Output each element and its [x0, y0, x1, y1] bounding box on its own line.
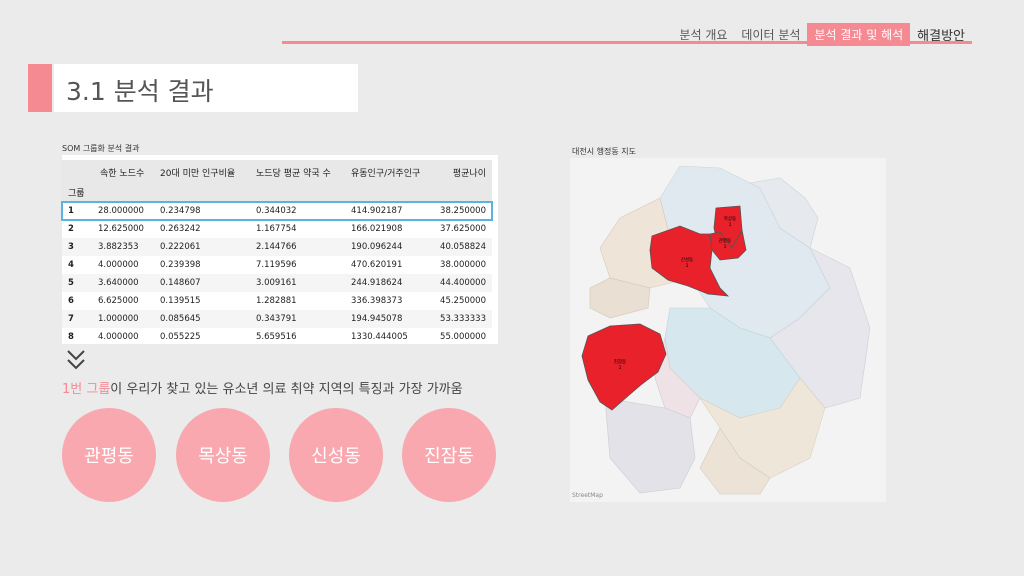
row-index: 1	[68, 206, 74, 216]
dong-circle: 진잠동	[402, 408, 496, 502]
table-cell: 53.333333	[440, 314, 486, 324]
table-cell: 38.250000	[440, 206, 486, 216]
daejeon-map: 목상동 1 관평동 1 신성동 1 진잠동 1	[581, 165, 871, 495]
row-index: 2	[68, 224, 74, 234]
table-row: 7 1.000000 0.085645 0.343791 194.945078 53.33…	[62, 310, 492, 328]
table-cell: 3.882353	[98, 242, 139, 252]
map-attribution: StreetMap	[572, 492, 603, 499]
title-accent-bar	[28, 64, 52, 112]
row-index: 6	[68, 296, 74, 306]
table-row: 8 4.000000 0.055225 5.659516 1330.444005 55.0…	[62, 328, 492, 346]
column-header: 속한 노드수	[100, 169, 145, 179]
table-cell: 1.000000	[98, 314, 139, 324]
row-index: 3	[68, 242, 74, 252]
table-cell: 37.625000	[440, 224, 486, 234]
table-cell: 1.167754	[256, 224, 297, 234]
finding-text: 1번 그룹이 우리가 찾고 있는 유소년 의료 취약 지역의 특징과 가장 가까…	[62, 378, 463, 397]
column-header: 20대 미만 인구비율	[160, 169, 236, 179]
table-cell: 40.058824	[440, 242, 486, 252]
table-cell: 0.148607	[160, 278, 201, 288]
table-cell: 3.009161	[256, 278, 297, 288]
table-cell: 5.659516	[256, 332, 297, 342]
column-header: 평균나이	[452, 169, 486, 179]
table-cell: 28.000000	[98, 206, 144, 216]
table-cell: 0.344032	[256, 206, 297, 216]
table-cell: 0.139515	[160, 296, 201, 306]
table-cell: 336.398373	[351, 296, 403, 306]
table-cell: 0.085645	[160, 314, 201, 324]
map-label-gwanpyeong: 관평동	[719, 237, 731, 244]
column-header: 노드당 평균 약국 수	[256, 169, 331, 179]
table-cell: 0.222061	[160, 242, 201, 252]
table-cell: 2.144766	[256, 242, 297, 252]
table-header: 속한 노드수 20대 미만 인구비율 노드당 평균 약국 수 유동인구/거주인구…	[62, 160, 492, 202]
table-cell: 194.945078	[351, 314, 403, 324]
row-index: 8	[68, 332, 74, 342]
map-value-sinseong: 1	[686, 263, 689, 269]
table-caption: SOM 그룹화 분석 결과	[62, 144, 140, 153]
table-cell: 244.918624	[351, 278, 403, 288]
som-result-table: 속한 노드수 20대 미만 인구비율 노드당 평균 약국 수 유동인구/거주인구…	[61, 160, 493, 346]
table-cell: 0.239398	[160, 260, 201, 270]
row-index: 7	[68, 314, 74, 324]
table-cell: 7.119596	[256, 260, 297, 270]
dong-circle: 목상동	[176, 408, 270, 502]
map-caption: 대전시 행정동 지도	[572, 147, 636, 156]
table-cell: 12.625000	[98, 224, 144, 234]
table-cell: 4.000000	[98, 260, 139, 270]
table-cell: 44.400000	[440, 278, 486, 288]
map-region-jinjam	[581, 323, 667, 411]
table-cell: 414.902187	[351, 206, 403, 216]
table-cell: 4.000000	[98, 332, 139, 342]
row-index: 5	[68, 278, 74, 288]
map-value-jinjam: 1	[619, 365, 622, 371]
map-label-moksang: 목상동	[724, 215, 736, 222]
finding-rest: 이 우리가 찾고 있는 유소년 의료 취약 지역의 특징과 가장 가까움	[110, 382, 463, 397]
table-row: 5 3.640000 0.148607 3.009161 244.918624 44.40…	[62, 274, 492, 292]
map-value-moksang: 1	[729, 222, 732, 228]
index-header: 그룹	[68, 189, 85, 199]
finding-highlight: 1번 그룹	[62, 382, 111, 397]
table-row: 3 3.882353 0.222061 2.144766 190.096244 40.05…	[62, 238, 492, 256]
table-cell: 1.282881	[256, 296, 297, 306]
table-row: 4 4.000000 0.239398 7.119596 470.620191 38.00…	[62, 256, 492, 274]
dong-circle: 신성동	[289, 408, 383, 502]
double-chevron-down-icon	[67, 350, 85, 370]
table-cell: 1330.444005	[351, 332, 408, 342]
table-row: 2 12.625000 0.263242 1.167754 166.021908 37.6…	[62, 220, 492, 238]
dong-circle: 관평동	[62, 408, 156, 502]
table-cell: 190.096244	[351, 242, 403, 252]
table-cell: 166.021908	[351, 224, 403, 234]
nav-underline	[282, 41, 972, 44]
table-cell: 0.234798	[160, 206, 201, 216]
table-cell: 3.640000	[98, 278, 139, 288]
table-cell: 470.620191	[351, 260, 403, 270]
map-label-jinjam: 진잠동	[614, 358, 626, 365]
row-index: 4	[68, 260, 74, 270]
map-value-gwanpyeong: 1	[724, 244, 727, 250]
table-row: 6 6.625000 0.139515 1.282881 336.398373 45.25…	[62, 292, 492, 310]
map-label-sinseong: 신성동	[681, 256, 693, 263]
table-row: 1 28.000000 0.234798 0.344032 414.902187 38.2…	[61, 201, 493, 221]
table-cell: 45.250000	[440, 296, 486, 306]
table-cell: 0.263242	[160, 224, 201, 234]
table-cell: 0.055225	[160, 332, 201, 342]
column-header: 유동인구/거주인구	[351, 169, 421, 179]
table-cell: 38.000000	[440, 260, 486, 270]
table-cell: 0.343791	[256, 314, 297, 324]
page-title: 3.1 분석 결과	[66, 77, 214, 106]
map-panel: 목상동 1 관평동 1 신성동 1 진잠동 1	[570, 158, 886, 502]
table-cell: 6.625000	[98, 296, 139, 306]
table-cell: 55.000000	[440, 332, 486, 342]
